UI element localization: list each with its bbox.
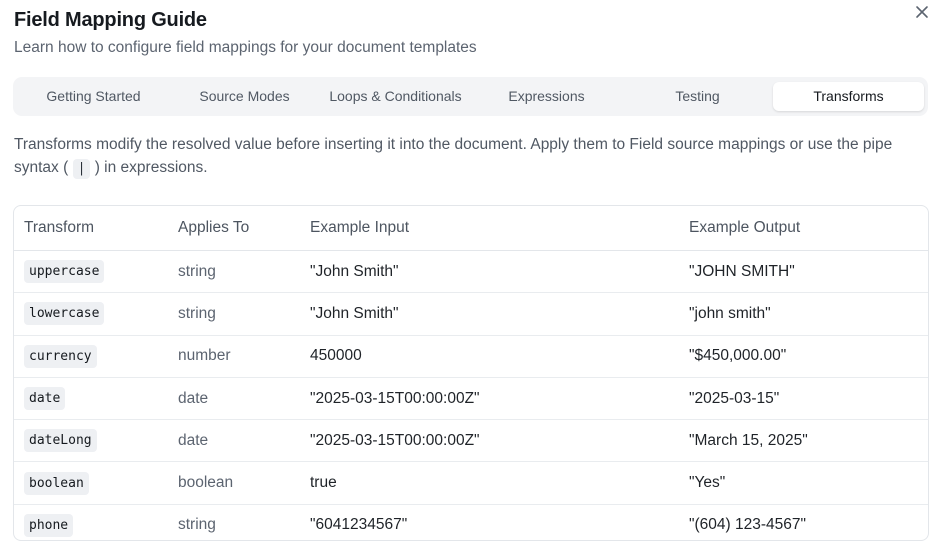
applies-to: boolean <box>168 461 300 505</box>
transform-name: boolean <box>24 471 89 495</box>
table-row: dateLong date "2025-03-15T00:00:00Z" "Ma… <box>14 419 928 463</box>
close-icon <box>916 6 928 18</box>
description-text-end: ) in expressions. <box>94 158 208 176</box>
table-row: phone string "6041234567" "(604) 123-456… <box>14 504 928 540</box>
table-header-row: Transform Applies To Example Input Examp… <box>14 206 928 251</box>
transform-name: lowercase <box>24 302 105 326</box>
table-row: lowercase string "John Smith" "john smit… <box>14 292 928 336</box>
example-input: "2025-03-15T00:00:00Z" <box>300 377 679 421</box>
example-input: true <box>300 461 679 505</box>
column-header-transform: Transform <box>14 206 168 251</box>
example-input: "2025-03-15T00:00:00Z" <box>300 419 679 463</box>
transform-name: dateLong <box>24 429 97 453</box>
transforms-description: Transforms modify the resolved value bef… <box>14 134 919 179</box>
example-input: "John Smith" <box>300 250 679 294</box>
applies-to: date <box>168 419 300 463</box>
dialog-title: Field Mapping Guide <box>14 9 207 31</box>
example-output: "March 15, 2025" <box>679 419 928 463</box>
dialog-subtitle: Learn how to configure field mappings fo… <box>14 39 477 56</box>
tab-testing[interactable]: Testing <box>622 82 773 111</box>
tab-loops-conditionals[interactable]: Loops & Conditionals <box>320 82 471 111</box>
example-input: 450000 <box>300 335 679 378</box>
applies-to: string <box>178 516 216 534</box>
tab-source-modes[interactable]: Source Modes <box>169 82 320 111</box>
example-output: "john smith" <box>679 292 928 336</box>
pipe-syntax-code: | <box>72 158 91 179</box>
example-output: "Yes" <box>679 461 928 505</box>
example-input: "6041234567" <box>310 516 408 534</box>
transform-name: uppercase <box>24 260 105 284</box>
transform-name: currency <box>24 344 97 368</box>
table-row: boolean boolean true "Yes" <box>14 461 928 505</box>
table-row: date date "2025-03-15T00:00:00Z" "2025-0… <box>14 377 928 421</box>
applies-to: string <box>168 292 300 336</box>
example-input: "John Smith" <box>300 292 679 336</box>
tab-expressions[interactable]: Expressions <box>471 82 622 111</box>
transform-name: date <box>24 387 66 411</box>
example-output: "$450,000.00" <box>679 335 928 378</box>
transforms-table: Transform Applies To Example Input Examp… <box>13 205 929 541</box>
example-output: "JOHN SMITH" <box>679 250 928 294</box>
applies-to: string <box>168 250 300 294</box>
table-row: currency number 450000 "$450,000.00" <box>14 335 928 378</box>
transform-name: phone <box>24 513 74 537</box>
tab-getting-started[interactable]: Getting Started <box>18 82 169 111</box>
applies-to: date <box>168 377 300 421</box>
example-output: "2025-03-15" <box>679 377 928 421</box>
applies-to: number <box>168 335 300 378</box>
column-header-example-input: Example Input <box>300 206 679 251</box>
tab-transforms[interactable]: Transforms <box>773 82 924 111</box>
close-button[interactable] <box>912 2 932 22</box>
column-header-applies-to: Applies To <box>168 206 300 251</box>
example-output: "(604) 123-4567" <box>689 516 806 534</box>
table-row: uppercase string "John Smith" "JOHN SMIT… <box>14 250 928 294</box>
tab-bar: Getting Started Source Modes Loops & Con… <box>13 77 928 116</box>
column-header-example-output: Example Output <box>679 206 928 251</box>
